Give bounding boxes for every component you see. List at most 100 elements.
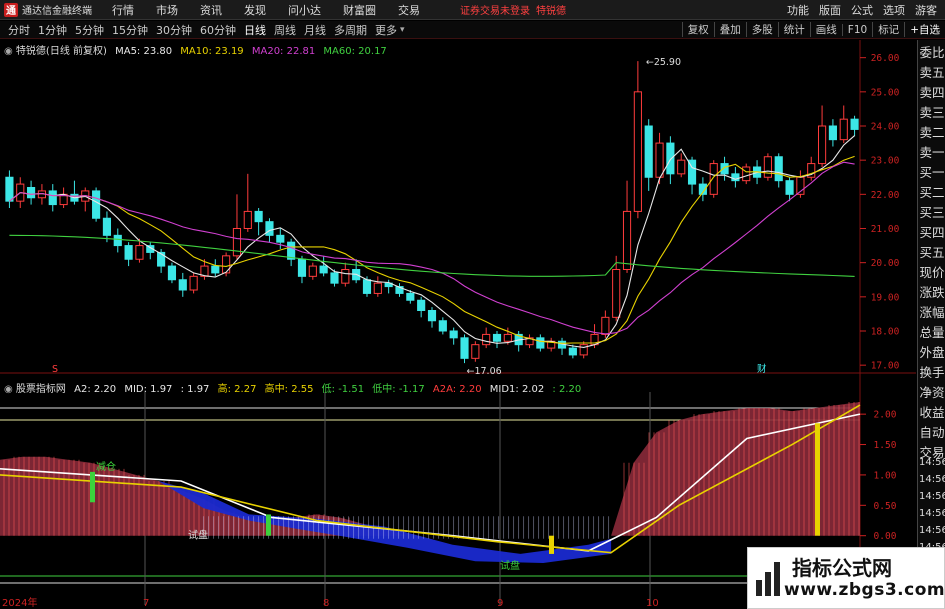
side-item[interactable]: 委比 (919, 42, 945, 61)
side-item[interactable]: 14:56 (919, 525, 945, 536)
candle-body (297, 258, 307, 277)
signal-bar (90, 471, 95, 503)
side-item[interactable]: 14:56 (919, 491, 945, 502)
candle-body (124, 245, 133, 260)
indicator-legend: ◉ 股票指标网 A2: 2.20 MID: 1.97 : 1.97 高: 2.2… (4, 380, 581, 395)
legend-settings-icon[interactable]: ◉ (4, 384, 13, 395)
price-tick-label: 21.00 (871, 224, 900, 235)
candle-body (178, 279, 187, 291)
price-tick-label: 19.00 (871, 292, 900, 303)
candle-body (243, 210, 252, 230)
side-item[interactable]: 外盘 (919, 342, 945, 361)
candle-body (460, 337, 469, 359)
candle-body (92, 190, 101, 219)
legend-ma20: MA20: 22.81 (251, 46, 316, 57)
signal-bar (549, 535, 554, 554)
x-axis-label: 9 (497, 598, 503, 609)
candle-body (330, 272, 339, 284)
side-item[interactable]: 收益 (919, 402, 945, 421)
price-tick-label: 26.00 (871, 53, 900, 64)
legend-high: 高: 2.27 (217, 384, 257, 395)
candle-body (785, 180, 794, 195)
candle-body (655, 142, 664, 178)
price-tick-label: 24.00 (871, 122, 900, 133)
price-tick-label: 23.00 (871, 156, 900, 167)
watermark-title: 指标公式网 (792, 556, 892, 580)
legend-settings-icon[interactable]: ◉ (4, 46, 13, 57)
candle-body (102, 217, 112, 236)
candle-body (774, 156, 783, 182)
side-item[interactable]: 卖四 (919, 82, 945, 101)
candle-body (601, 316, 610, 335)
legend-mid1: MID1: 2.02 (489, 384, 545, 395)
price-tick-label: 18.00 (871, 327, 900, 338)
side-item[interactable]: 涨跌 (919, 282, 945, 301)
candle-body (438, 320, 447, 332)
moving-average-lines: ←25.90 ←17.06 财 S (9, 57, 855, 377)
candle-body (189, 275, 198, 291)
main-chart-legend: ◉ 特锐德(日线 前复权) MA5: 23.80 MA10: 23.19 MA2… (4, 42, 387, 57)
side-item[interactable]: 14:56 (919, 474, 945, 485)
candle-body (742, 166, 751, 182)
app-window: 通 通达信金融终端 行情 市场 资讯 发现 问小达 财富圈 交易 证券交易未登录… (0, 0, 945, 609)
candle-body (167, 265, 177, 281)
signal-bar (815, 423, 820, 536)
candle-body (471, 344, 480, 359)
candle-body (341, 269, 350, 284)
candle-body (492, 333, 502, 342)
x-axis-label: 10 (646, 598, 659, 609)
side-item[interactable]: 总量 (919, 322, 945, 341)
legend-ma5: MA5: 23.80 (115, 46, 173, 57)
side-item[interactable]: 卖五 (919, 62, 945, 81)
candle-body (265, 221, 274, 236)
candle-body (5, 176, 14, 202)
candle-body (720, 163, 729, 175)
finance-mark: 财 (757, 363, 767, 375)
high-price-label: ←25.90 (646, 57, 681, 68)
indicator-chart: 2024年 7 8 9 10减仓试盘试盘 (0, 392, 861, 609)
side-item[interactable]: 买二 (919, 182, 945, 201)
legend-high-mid: 高中: 2.55 (264, 384, 314, 395)
indicator-name[interactable]: 股票指标网 (16, 384, 66, 395)
candle-body (633, 91, 642, 212)
candle-body (850, 118, 859, 130)
side-item[interactable]: 14:56 (919, 508, 945, 519)
candle-body (427, 310, 437, 322)
price-tick-label: 17.00 (871, 361, 900, 372)
side-item[interactable]: 买五 (919, 242, 945, 261)
sub-label-test: 试盘 (188, 529, 208, 542)
candle-body (763, 156, 772, 178)
sub-tick-label: 1.50 (874, 440, 897, 451)
kline-chart[interactable]: 2024年 7 8 9 10减仓试盘试盘 ←25.90←17.06 财S 26.0025.… (0, 0, 945, 609)
candle-body (157, 251, 166, 267)
side-item[interactable]: 卖二 (919, 122, 945, 141)
legend-ma10: MA10: 23.19 (180, 46, 244, 57)
side-item[interactable]: 换手 (919, 362, 945, 381)
side-item[interactable]: 卖三 (919, 102, 945, 121)
candle-body (666, 142, 675, 175)
candle-body (319, 265, 328, 274)
side-item[interactable]: 卖一 (919, 142, 945, 161)
legend-a2: A2: 2.20 (74, 384, 117, 395)
side-item[interactable]: 现价 (919, 262, 945, 281)
side-item[interactable]: 14:56 (919, 457, 945, 468)
side-item[interactable]: 买一 (919, 162, 945, 181)
candle-body (417, 299, 426, 311)
candle-body (818, 125, 827, 165)
side-item[interactable]: 买四 (919, 222, 945, 241)
watermark-url: www.zbgs3.com (784, 580, 945, 600)
legend-ma60: MA60: 20.17 (323, 46, 387, 57)
side-item[interactable]: 涨幅 (919, 302, 945, 321)
price-tick-label: 25.00 (871, 87, 900, 98)
sub-tick-label: 2.00 (874, 410, 897, 421)
candle-body (135, 245, 144, 260)
side-item[interactable]: 净资 (919, 382, 945, 401)
side-item[interactable]: 自动 (919, 422, 945, 441)
legend-low-mid: 低中: -1.17 (372, 384, 425, 395)
candle-body (482, 333, 491, 346)
x-axis-label: 8 (323, 598, 329, 609)
candle-body (612, 269, 621, 318)
side-item[interactable]: 买三 (919, 202, 945, 221)
candle-body (677, 159, 686, 175)
x-axis-label: 2024年 (2, 596, 37, 609)
